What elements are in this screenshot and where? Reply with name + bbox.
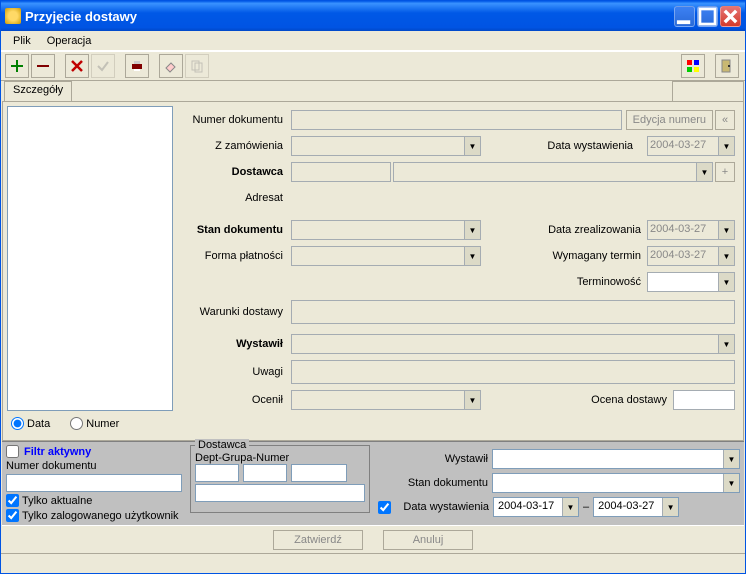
- delete-button[interactable]: [65, 54, 89, 78]
- label-dostawca: Dostawca: [181, 166, 291, 178]
- chevron-down-icon[interactable]: ▼: [464, 391, 480, 409]
- filter-label-stan: Stan dokumentu: [378, 477, 488, 489]
- menubar: Plik Operacja: [1, 31, 745, 51]
- chevron-down-icon[interactable]: ▼: [723, 450, 739, 468]
- exit-button[interactable]: [715, 54, 739, 78]
- checkbox-tylko-zalogowanego[interactable]: Tylko zalogowanego użytkownik: [6, 509, 182, 522]
- label-ocena-dostawy: Ocena dostawy: [583, 394, 673, 406]
- group-dostawca: Dostawca Dept-Grupa-Numer: [190, 445, 370, 513]
- minimize-button[interactable]: [674, 6, 695, 27]
- chevron-down-icon[interactable]: ▼: [464, 247, 480, 265]
- label-ocenil: Ocenił: [181, 394, 291, 406]
- submit-button[interactable]: Zatwierdź: [273, 530, 363, 550]
- statusbar: [1, 553, 745, 573]
- field-warunki-dostawy[interactable]: [291, 300, 735, 324]
- main-window: Przyjęcie dostawy Plik Operacja Szczegół…: [0, 0, 746, 574]
- filter-field-numer[interactable]: [6, 474, 182, 492]
- add-dostawca-button[interactable]: +: [715, 162, 735, 182]
- menu-operation[interactable]: Operacja: [39, 33, 100, 49]
- field-ocena-dostawy[interactable]: [673, 390, 735, 410]
- dropdown-ocenil[interactable]: ▼: [291, 390, 481, 410]
- dropdown-terminowosc[interactable]: ▼: [647, 272, 735, 292]
- filter-label-wystawil: Wystawił: [378, 453, 488, 465]
- checkbox-data-wystawienia[interactable]: [378, 501, 391, 514]
- confirm-button[interactable]: [91, 54, 115, 78]
- chevron-down-icon[interactable]: ▼: [662, 498, 678, 516]
- field-numer-dokumentu[interactable]: [291, 110, 622, 130]
- filter-dropdown-stan[interactable]: ▼: [492, 473, 740, 493]
- filter-header: Filtr aktywny: [24, 446, 91, 458]
- label-z-zamowienia: Z zamówienia: [181, 140, 291, 152]
- close-button[interactable]: [720, 6, 741, 27]
- date-zrealizowania[interactable]: 2004-03-27▼: [647, 220, 735, 240]
- edit-number-button[interactable]: Edycja numeru: [626, 110, 713, 130]
- chevron-down-icon[interactable]: ▼: [718, 221, 734, 239]
- chevron-down-icon[interactable]: ▼: [718, 247, 734, 265]
- chevron-down-icon[interactable]: ▼: [718, 335, 734, 353]
- filter-dostawca-name[interactable]: [195, 484, 365, 502]
- tree-list[interactable]: [7, 106, 173, 411]
- chevron-down-icon[interactable]: ▼: [464, 221, 480, 239]
- label-dept-grupa-numer: Dept-Grupa-Numer: [195, 452, 365, 464]
- filter-panel: Filtr aktywny Numer dokumentu Tylko aktu…: [2, 441, 744, 525]
- dropdown-dostawca[interactable]: ▼: [393, 162, 713, 182]
- content-area: Szczegóły Data Numer Numer dokumentu Edy…: [1, 81, 745, 553]
- tab-details[interactable]: Szczegóły: [4, 81, 72, 101]
- label-adresat: Adresat: [181, 192, 291, 204]
- filter-label-data-wystawienia: Data wystawienia: [395, 501, 489, 513]
- filter-dropdown-wystawil[interactable]: ▼: [492, 449, 740, 469]
- app-icon: [5, 8, 21, 24]
- label-wystawil: Wystawił: [181, 338, 291, 350]
- field-dostawca-code[interactable]: [291, 162, 391, 182]
- chevron-down-icon[interactable]: ▼: [718, 137, 734, 155]
- cancel-button[interactable]: Anuluj: [383, 530, 473, 550]
- filter-label-numer: Numer dokumentu: [6, 460, 182, 472]
- button-bar: Zatwierdź Anuluj: [2, 525, 744, 553]
- copy-button[interactable]: [185, 54, 209, 78]
- colors-button[interactable]: [681, 54, 705, 78]
- collapse-button[interactable]: «: [715, 110, 735, 130]
- tab-spacer: [672, 81, 744, 101]
- chevron-down-icon[interactable]: ▼: [718, 273, 734, 291]
- chevron-down-icon[interactable]: ▼: [723, 474, 739, 492]
- checkbox-tylko-aktualne[interactable]: Tylko aktualne: [6, 494, 182, 507]
- print-button[interactable]: [125, 54, 149, 78]
- label-forma-platnosci: Forma płatności: [181, 250, 291, 262]
- radio-data[interactable]: Data: [11, 417, 50, 430]
- filter-date-from[interactable]: 2004-03-17▼: [493, 497, 579, 517]
- remove-button[interactable]: [31, 54, 55, 78]
- details-panel: Data Numer Numer dokumentu Edycja numeru…: [2, 101, 744, 441]
- label-numer-dokumentu: Numer dokumentu: [181, 114, 291, 126]
- titlebar: Przyjęcie dostawy: [1, 1, 745, 31]
- label-stan-dokumentu: Stan dokumentu: [181, 224, 291, 236]
- label-wymagany-termin: Wymagany termin: [547, 250, 647, 262]
- field-uwagi[interactable]: [291, 360, 735, 384]
- date-wymagany-termin[interactable]: 2004-03-27▼: [647, 246, 735, 266]
- maximize-button[interactable]: [697, 6, 718, 27]
- menu-file[interactable]: Plik: [5, 33, 39, 49]
- dropdown-stan-dokumentu[interactable]: ▼: [291, 220, 481, 240]
- checkbox-filter-aktywny[interactable]: [6, 445, 19, 458]
- erase-button[interactable]: [159, 54, 183, 78]
- chevron-down-icon[interactable]: ▼: [562, 498, 578, 516]
- dropdown-forma-platnosci[interactable]: ▼: [291, 246, 481, 266]
- add-button[interactable]: [5, 54, 29, 78]
- dropdown-z-zamowienia[interactable]: ▼: [291, 136, 481, 156]
- label-uwagi: Uwagi: [181, 366, 291, 378]
- chevron-down-icon[interactable]: ▼: [696, 163, 712, 181]
- window-title: Przyjęcie dostawy: [25, 9, 672, 24]
- chevron-down-icon[interactable]: ▼: [464, 137, 480, 155]
- label-data-zrealizowania: Data zrealizowania: [547, 224, 647, 236]
- label-terminowosc: Terminowość: [547, 276, 647, 288]
- radio-numer[interactable]: Numer: [70, 417, 119, 430]
- filter-numer[interactable]: [291, 464, 347, 482]
- toolbar: [1, 51, 745, 81]
- filter-dept[interactable]: [195, 464, 239, 482]
- label-data-wystawienia: Data wystawienia: [547, 140, 641, 152]
- filter-date-to[interactable]: 2004-03-27▼: [593, 497, 679, 517]
- date-wystawienia[interactable]: 2004-03-27▼: [647, 136, 735, 156]
- filter-grupa[interactable]: [243, 464, 287, 482]
- dropdown-wystawil[interactable]: ▼: [291, 334, 735, 354]
- label-warunki-dostawy: Warunki dostawy: [181, 306, 291, 318]
